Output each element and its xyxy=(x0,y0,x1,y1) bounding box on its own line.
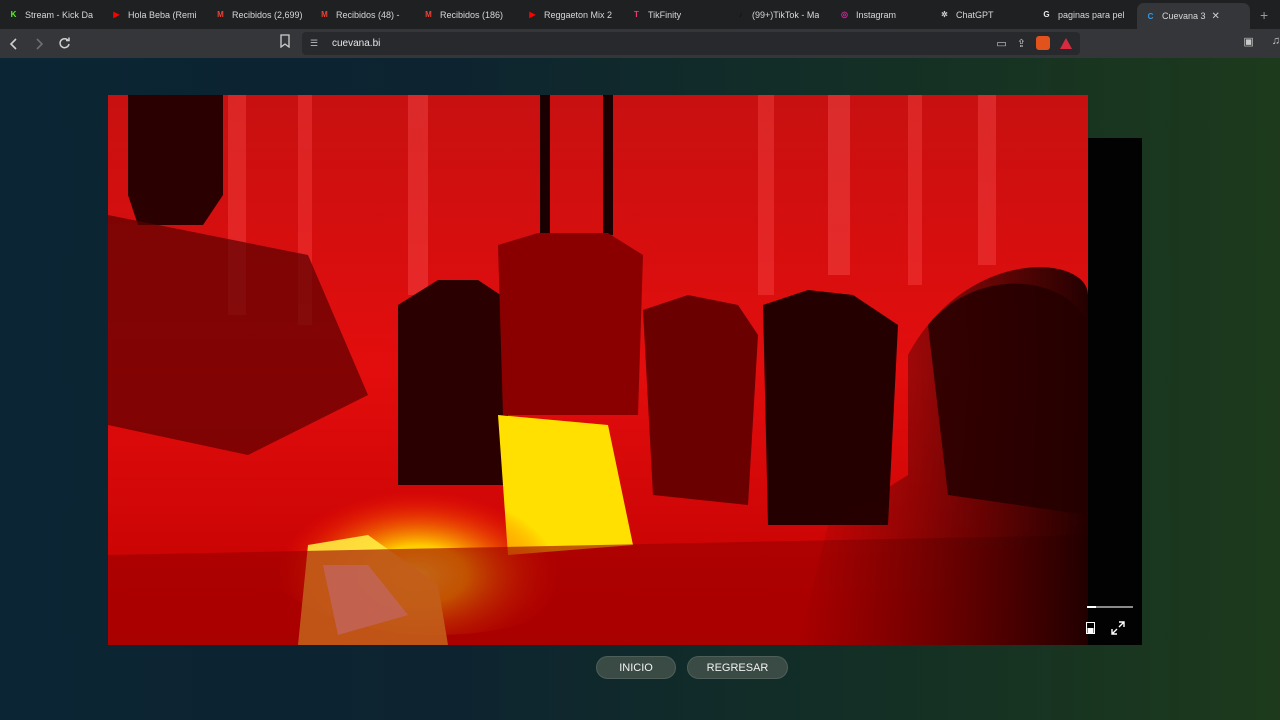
tikfinity-icon: T xyxy=(634,10,639,19)
address-bar[interactable]: ☰ cuevana.bi ▭ ⇪ xyxy=(302,32,1080,55)
browser-tab[interactable]: T TikFinity xyxy=(623,0,727,29)
instagram-icon: ◎ xyxy=(841,10,848,19)
chatgpt-icon: ✲ xyxy=(941,10,948,19)
new-tab-button[interactable]: + xyxy=(1260,7,1268,23)
tab-strip: K Stream - Kick Da ▶ Hola Beba (Remi M Recibi… xyxy=(0,0,1280,29)
video-player[interactable] xyxy=(108,95,1088,645)
browser-tab[interactable]: C Cuevana 3 ✕ xyxy=(1137,3,1250,29)
fullscreen-icon[interactable] xyxy=(1111,621,1125,635)
tab-title: Stream - Kick Da xyxy=(25,9,94,20)
browser-tab[interactable]: Gpaginas para pel xyxy=(1033,0,1137,29)
tab-title: Reggaeton Mix 2 xyxy=(544,9,613,20)
browser-tab[interactable]: ✲ ChatGPT xyxy=(931,0,1033,29)
back-arrow-icon xyxy=(9,37,17,50)
video-controls xyxy=(1084,603,1136,643)
install-app-icon[interactable]: ▭ xyxy=(996,37,1006,50)
browser-tab[interactable]: ▶ Hola Beba (Remi xyxy=(103,0,207,29)
brave-shields-icon[interactable] xyxy=(1036,36,1050,50)
browser-tab[interactable]: M Recibidos (186) xyxy=(415,0,519,29)
tab-title: Recibidos (48) - xyxy=(336,9,400,20)
page-content: INICIO REGRESAR xyxy=(0,58,1280,720)
reload-icon xyxy=(58,37,70,49)
browser-tab[interactable]: ♪ (99+)TikTok - Ma xyxy=(727,0,831,29)
gmail-icon: M xyxy=(321,10,328,19)
browser-toolbar: ☰ cuevana.bi ▭ ⇪ ▣ ♫ xyxy=(0,29,1280,58)
browser-tab[interactable]: ▶ Reggaeton Mix 2 xyxy=(519,0,623,29)
brave-rewards-icon[interactable] xyxy=(1060,37,1072,49)
video-frame xyxy=(108,95,1088,645)
picture-in-picture-icon[interactable] xyxy=(1086,622,1095,634)
regresar-button[interactable]: REGRESAR xyxy=(687,656,788,679)
sidebar-icon[interactable]: ▣ xyxy=(1243,35,1253,48)
url-text: cuevana.bi xyxy=(332,38,381,49)
address-bar-actions: ▭ ⇪ xyxy=(996,36,1072,50)
browser-tab[interactable]: M Recibidos (2,699) xyxy=(207,0,311,29)
gmail-icon: M xyxy=(217,10,224,19)
browser-tab[interactable]: ◎ Instagram xyxy=(831,0,931,29)
close-tab-icon[interactable]: ✕ xyxy=(1212,11,1220,22)
video-progress-bar[interactable] xyxy=(1087,606,1133,608)
tab-title: (99+)TikTok - Ma xyxy=(752,9,820,20)
tab-title: Recibidos (186) xyxy=(440,9,504,20)
tab-title: Cuevana 3 xyxy=(1162,11,1206,21)
forward-arrow-icon xyxy=(36,37,44,50)
tab-title: paginas para pel xyxy=(1058,9,1125,20)
back-button[interactable] xyxy=(3,33,25,55)
reload-button[interactable] xyxy=(53,33,75,55)
tab-title: Instagram xyxy=(856,9,897,20)
tab-title: Hola Beba (Remi xyxy=(128,9,197,20)
toolbar-extensions: ▣ ♫ xyxy=(1243,35,1280,48)
youtube-icon: ▶ xyxy=(113,10,120,19)
browser-tab[interactable]: M Recibidos (48) - xyxy=(311,0,415,29)
media-icon[interactable]: ♫ xyxy=(1272,35,1280,48)
cuevana-icon: C xyxy=(1147,11,1154,21)
forward-button[interactable] xyxy=(28,33,50,55)
player-frame xyxy=(1087,138,1142,645)
tiktok-icon: ♪ xyxy=(738,10,743,19)
browser-tab[interactable]: K Stream - Kick Da xyxy=(0,0,103,29)
tab-title: ChatGPT xyxy=(956,9,994,20)
google-icon: G xyxy=(1043,10,1050,19)
share-icon[interactable]: ⇪ xyxy=(1017,37,1026,50)
inicio-button[interactable]: INICIO xyxy=(596,656,676,679)
tab-title: TikFinity xyxy=(648,9,682,20)
bookmark-icon[interactable] xyxy=(279,34,291,48)
video-progress-fill xyxy=(1087,606,1097,608)
youtube-icon: ▶ xyxy=(529,10,536,19)
gmail-icon: M xyxy=(425,10,432,19)
kick-icon: K xyxy=(10,10,17,19)
tab-title: Recibidos (2,699) xyxy=(232,9,303,20)
site-info-icon[interactable]: ☰ xyxy=(310,38,322,49)
navigation-buttons: INICIO REGRESAR xyxy=(596,656,788,679)
